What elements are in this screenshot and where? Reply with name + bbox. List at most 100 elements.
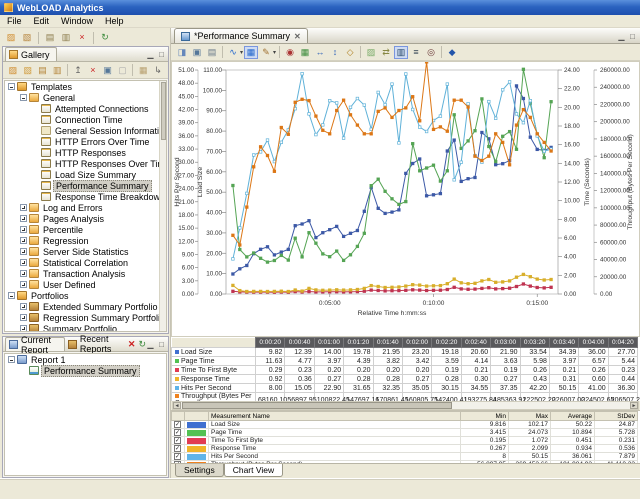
gallery-tab[interactable]: Gallery xyxy=(5,47,57,61)
paste-disabled-icon[interactable]: ▢ xyxy=(116,64,130,77)
refresh-data-icon[interactable]: ↻ xyxy=(98,31,112,44)
tree-item-general[interactable]: General xyxy=(5,92,166,103)
tree-item-transaction-analysis[interactable]: Transaction Analysis xyxy=(5,268,166,279)
rename-icon[interactable]: ↥ xyxy=(71,64,85,77)
expand-icon[interactable] xyxy=(20,281,27,288)
tree-item-log-and-errors[interactable]: Log and Errors xyxy=(5,202,166,213)
tree-item-load-size-summary[interactable]: Load Size Summary xyxy=(5,169,166,180)
link-icon[interactable]: ↳ xyxy=(151,64,165,77)
tab-current-report[interactable]: Current Report xyxy=(5,337,65,351)
scroll-left-icon[interactable]: ◄ xyxy=(173,402,181,409)
grid-icon[interactable]: ▦ xyxy=(298,46,312,59)
export-image-icon[interactable]: ▨ xyxy=(364,46,378,59)
tree-item-user-defined[interactable]: User Defined xyxy=(5,279,166,290)
expand-icon[interactable] xyxy=(20,226,27,233)
tree-item-attempted-connections[interactable]: Attempted Connections xyxy=(5,103,166,114)
legend-icon[interactable]: ≡ xyxy=(409,46,423,59)
copy-icon[interactable]: ▣ xyxy=(190,46,204,59)
maximize-panel-icon[interactable]: □ xyxy=(157,340,166,349)
gallery-scrollbar[interactable] xyxy=(159,81,166,331)
edit-style-icon[interactable]: ✎ xyxy=(259,46,273,59)
legend-row[interactable]: ✓Load Size9.816102.1750.2224.87 xyxy=(172,421,638,429)
chart-type-icon[interactable]: ∿ xyxy=(226,46,240,59)
menu-help[interactable]: Help xyxy=(105,16,124,26)
table-horizontal-scrollbar[interactable]: ◄ ► xyxy=(172,401,639,410)
close-tab-icon[interactable]: ✕ xyxy=(294,32,301,41)
series-checkbox[interactable]: ✓ xyxy=(174,453,181,460)
expand-icon[interactable] xyxy=(20,237,27,244)
table-view-icon[interactable]: ▥ xyxy=(394,46,408,59)
pan-vertical-icon[interactable]: ↕ xyxy=(328,46,342,59)
expand-icon[interactable] xyxy=(20,215,27,222)
expand-icon[interactable] xyxy=(20,303,27,310)
menu-file[interactable]: File xyxy=(7,16,22,26)
legend-row[interactable]: ✓Hits Per Second850.1536.0617.879 xyxy=(172,453,638,461)
tree-item-performance-summary[interactable]: Performance Summary xyxy=(5,180,166,191)
expand-icon[interactable] xyxy=(20,270,27,277)
zoom-icon[interactable]: ◉ xyxy=(283,46,297,59)
legend-row[interactable]: ✓Response Time0.2672.0990.9340.536 xyxy=(172,445,638,453)
tree-item-summary-portfolio[interactable]: Summary Portfolio xyxy=(5,323,166,332)
table-row[interactable]: Throughput (Bytes Per Second)68160.10568… xyxy=(172,393,638,402)
tree-item-percentile[interactable]: Percentile xyxy=(5,224,166,235)
save-icon[interactable]: ◨ xyxy=(175,46,189,59)
minimize-editor-icon[interactable]: ▁ xyxy=(617,32,626,41)
table-row[interactable]: Hits Per Second8.0015.0522.9031.6532.353… xyxy=(172,384,638,393)
print-icon[interactable]: ▤ xyxy=(205,46,219,59)
expand-icon[interactable] xyxy=(20,259,27,266)
maximize-editor-icon[interactable]: □ xyxy=(628,32,637,41)
title-bar[interactable]: WebLOAD Analytics xyxy=(0,0,640,15)
import-icon[interactable]: ▤ xyxy=(36,64,50,77)
tree-item-pages-analysis[interactable]: Pages Analysis xyxy=(5,213,166,224)
series-checkbox[interactable]: ✓ xyxy=(174,437,181,444)
scroll-right-icon[interactable]: ► xyxy=(630,402,638,409)
tree-item-performance-summary[interactable]: Performance Summary xyxy=(5,365,166,376)
collapse-icon[interactable] xyxy=(20,94,27,101)
tree-item-report-1[interactable]: Report 1 xyxy=(5,354,166,365)
tree-item-server-side-statistics[interactable]: Server Side Statistics xyxy=(5,246,166,257)
table-row[interactable]: Load Size9.8212.3914.0019.7821.9523.2019… xyxy=(172,348,638,357)
new-report-icon[interactable]: ▤ xyxy=(43,31,57,44)
close-report-icon[interactable]: ✕ xyxy=(128,339,136,350)
delete-icon[interactable]: × xyxy=(86,64,100,77)
pan-horizontal-icon[interactable]: ↔ xyxy=(313,46,327,59)
tree-item-extended-summary-portfolio[interactable]: Extended Summary Portfolio xyxy=(5,301,166,312)
tab-chart-view[interactable]: Chart View xyxy=(224,464,283,477)
tree-item-statistical-correlation[interactable]: Statistical Correlation xyxy=(5,257,166,268)
maximize-panel-icon[interactable]: □ xyxy=(157,50,166,59)
scrollbar-thumb[interactable] xyxy=(182,402,452,409)
performance-chart[interactable]: 0.003.006.009.0012.0015.0018.0021.0024.0… xyxy=(171,61,640,337)
tree-item-regression-summary-portfolio[interactable]: Regression Summary Portfolio xyxy=(5,312,166,323)
series-checkbox[interactable]: ✓ xyxy=(174,421,181,428)
export-icon[interactable]: ▥ xyxy=(50,64,64,77)
clipboard-icon[interactable]: ▦ xyxy=(136,64,150,77)
dropdown-arrow-icon[interactable]: ▾ xyxy=(273,49,276,56)
legend-row[interactable]: ✓Page Time3.41524.07310.8945.728 xyxy=(172,429,638,437)
tree-item-regression[interactable]: Regression xyxy=(5,235,166,246)
scrollbar-thumb[interactable] xyxy=(161,82,166,140)
tree-item-portfolios[interactable]: Portfolios xyxy=(5,290,166,301)
expand-icon[interactable] xyxy=(20,314,27,321)
refresh-report-icon[interactable]: ↻ xyxy=(138,339,146,350)
table-row[interactable]: Time To First Byte0.290.230.200.200.200.… xyxy=(172,366,638,375)
collapse-icon[interactable] xyxy=(8,356,15,363)
minimize-panel-icon[interactable]: ▁ xyxy=(146,50,155,59)
menu-window[interactable]: Window xyxy=(61,16,93,26)
expand-icon[interactable] xyxy=(20,204,27,211)
copy-report-icon[interactable]: ▥ xyxy=(59,31,73,44)
table-row[interactable]: Response Time0.920.360.270.280.280.270.2… xyxy=(172,375,638,384)
tree-item-http-errors-over-time[interactable]: HTTP Errors Over Time xyxy=(5,136,166,147)
delete-report-icon[interactable]: × xyxy=(75,31,89,44)
preview-icon[interactable]: ◎ xyxy=(424,46,438,59)
tree-item-http-responses[interactable]: HTTP Responses xyxy=(5,147,166,158)
new-folder-icon[interactable]: ▧ xyxy=(21,64,35,77)
copy-icon[interactable]: ▣ xyxy=(101,64,115,77)
open-template-icon[interactable]: ▨ xyxy=(6,64,20,77)
expand-icon[interactable] xyxy=(20,325,27,332)
tab-performance-summary[interactable]: *Performance Summary ✕ xyxy=(174,28,308,43)
tree-item-general-session-information[interactable]: General Session Information xyxy=(5,125,166,136)
info-icon[interactable]: ◆ xyxy=(445,46,459,59)
menu-edit[interactable]: Edit xyxy=(34,16,50,26)
legend-row[interactable]: ✓Time To First Byte0.1951.0720.4510.231 xyxy=(172,437,638,445)
collapse-icon[interactable] xyxy=(8,83,15,90)
